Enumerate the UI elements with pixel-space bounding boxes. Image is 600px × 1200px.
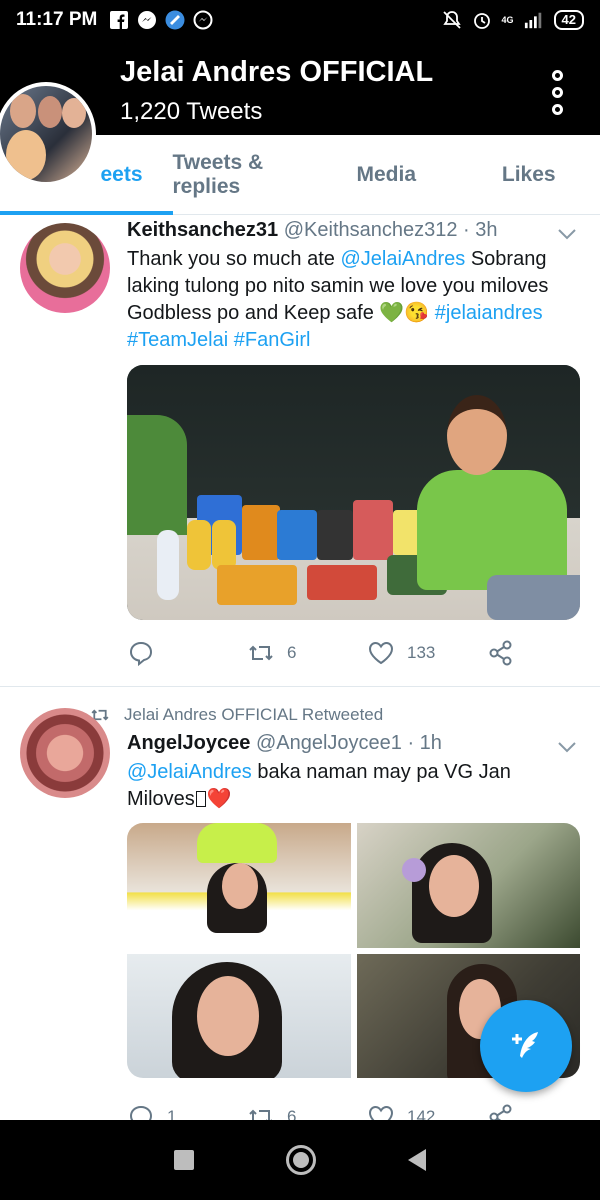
share-button[interactable] bbox=[487, 1103, 515, 1120]
tweet-emoji: ❤️ bbox=[206, 788, 232, 810]
tab-media[interactable]: Media bbox=[315, 135, 458, 214]
tweet-photo[interactable] bbox=[127, 365, 580, 620]
tweet[interactable]: Keithsanchez31 @Keithsanchez312 · 3h Tha… bbox=[0, 215, 600, 687]
compose-feather-icon bbox=[512, 1032, 538, 1058]
tweet-photo[interactable] bbox=[127, 823, 351, 948]
network-type: 4G bbox=[501, 14, 514, 25]
share-icon bbox=[489, 1104, 512, 1120]
like-count: 142 bbox=[407, 1107, 436, 1120]
handle-time: @Keithsanchez312 · 3h bbox=[283, 219, 498, 241]
tweet-header: AngelJoycee @AngelJoycee1 · 1h bbox=[127, 732, 442, 755]
like-button[interactable]: 133 bbox=[367, 639, 487, 667]
system-nav-bar bbox=[0, 1120, 600, 1200]
avatar[interactable] bbox=[20, 223, 110, 313]
heart-icon bbox=[368, 1105, 394, 1120]
facebook-icon bbox=[109, 10, 129, 30]
retweet-icon bbox=[249, 1109, 272, 1120]
recent-apps-icon[interactable] bbox=[174, 1150, 194, 1170]
tweet-text: @JelaiAndres baka naman may pa VG Jan Mi… bbox=[127, 759, 577, 813]
more-options-icon[interactable] bbox=[548, 70, 566, 115]
tab-tweets-replies[interactable]: Tweets & replies bbox=[173, 135, 316, 214]
timeline: Keithsanchez31 @Keithsanchez312 · 3h Tha… bbox=[0, 215, 600, 1120]
avatar[interactable] bbox=[20, 708, 110, 798]
tweet-header: Keithsanchez31 @Keithsanchez312 · 3h bbox=[127, 219, 498, 242]
mention-link[interactable]: @JelaiAndres bbox=[127, 761, 252, 783]
messenger-icon bbox=[137, 10, 157, 30]
tweet-actions: 1 6 142 bbox=[127, 1100, 580, 1120]
reply-count: 1 bbox=[167, 1107, 177, 1120]
heart-icon bbox=[368, 641, 394, 665]
clock: 11:17 PM bbox=[16, 9, 98, 30]
back-icon[interactable] bbox=[408, 1149, 426, 1171]
chevron-down-icon[interactable] bbox=[556, 223, 578, 245]
retweet-button[interactable]: 6 bbox=[247, 639, 367, 667]
reply-icon bbox=[129, 1105, 153, 1120]
reply-button[interactable]: 1 bbox=[127, 1103, 247, 1120]
retweet-label: Jelai Andres OFFICIAL Retweeted bbox=[124, 705, 384, 724]
handle-time: @AngelJoycee1 · 1h bbox=[255, 732, 442, 754]
like-count: 133 bbox=[407, 643, 436, 662]
profile-avatar[interactable] bbox=[0, 82, 96, 186]
alarm-icon bbox=[472, 10, 492, 30]
compose-tweet-button[interactable] bbox=[480, 1000, 572, 1092]
username[interactable]: Keithsanchez31 bbox=[127, 219, 278, 241]
tweet-photo[interactable] bbox=[127, 953, 351, 1078]
retweet-indicator: Jelai Andres OFFICIAL Retweeted bbox=[90, 705, 383, 725]
reply-button[interactable] bbox=[127, 639, 247, 667]
verified-app-icon bbox=[165, 10, 185, 30]
messenger-outline-icon bbox=[193, 10, 213, 30]
tweet-actions: 6 133 bbox=[127, 636, 580, 670]
mention-link[interactable]: @JelaiAndres bbox=[340, 248, 465, 270]
battery-level: 42 bbox=[553, 10, 584, 30]
tweet-text: Thank you so much ate @JelaiAndres Sobra… bbox=[127, 246, 577, 354]
tweet-text-part: Thank you so much ate bbox=[127, 248, 341, 270]
home-icon[interactable] bbox=[286, 1145, 316, 1175]
status-bar: 11:17 PM 4G 42 bbox=[0, 0, 600, 40]
like-button[interactable]: 142 bbox=[367, 1103, 487, 1120]
profile-title: Jelai Andres OFFICIAL bbox=[120, 56, 434, 88]
retweet-icon bbox=[249, 645, 273, 661]
retweet-button[interactable]: 6 bbox=[247, 1103, 367, 1120]
tweet-photo[interactable] bbox=[356, 823, 580, 948]
hashtag-link[interactable]: #jelaiandres bbox=[435, 302, 543, 324]
tab-likes[interactable]: Likes bbox=[458, 135, 600, 214]
retweet-count: 6 bbox=[287, 643, 297, 662]
chevron-down-icon[interactable] bbox=[556, 736, 578, 758]
tweet-count: 1,220 Tweets bbox=[120, 98, 263, 125]
mute-bell-icon bbox=[442, 10, 462, 30]
signal-icon bbox=[524, 10, 544, 30]
hashtag-link[interactable]: #FanGirl bbox=[234, 329, 311, 351]
share-icon bbox=[489, 640, 512, 666]
share-button[interactable] bbox=[487, 639, 515, 667]
retweet-count: 6 bbox=[287, 1107, 297, 1120]
reply-icon bbox=[129, 641, 153, 667]
username[interactable]: AngelJoycee bbox=[127, 732, 250, 754]
hashtag-link[interactable]: #TeamJelai bbox=[127, 329, 228, 351]
